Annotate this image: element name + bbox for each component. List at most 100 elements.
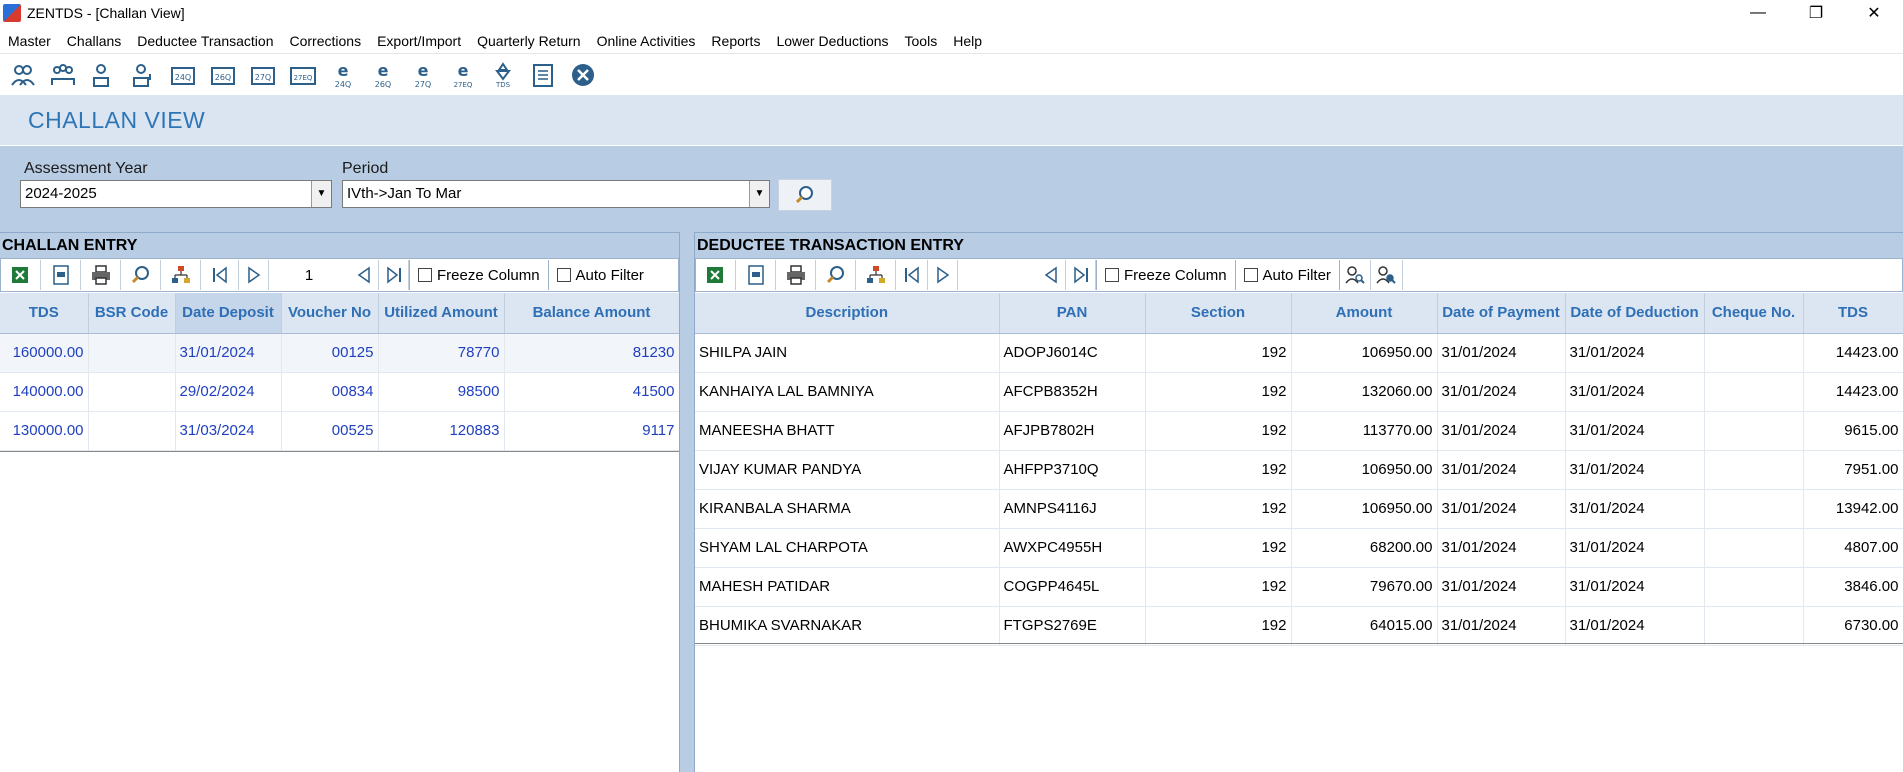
tds-icon[interactable]: TDS — [486, 60, 520, 90]
group-button[interactable] — [856, 260, 896, 290]
cell-tds[interactable]: 14423.00 — [1803, 372, 1903, 412]
cell-tds[interactable]: 9615.00 — [1803, 411, 1903, 451]
menu-master[interactable]: Master — [0, 28, 59, 54]
cell-tds[interactable]: 4807.00 — [1803, 528, 1903, 568]
form-24q-icon[interactable]: 24Q — [166, 60, 200, 90]
e-27q-icon[interactable]: e 27Q — [406, 60, 440, 90]
cell-description[interactable]: KANHAIYA LAL BAMNIYA — [695, 372, 1000, 412]
e-24q-icon[interactable]: e 24Q — [326, 60, 360, 90]
cell-amount[interactable]: 132060.00 — [1291, 372, 1438, 412]
cell-section[interactable]: 192 — [1145, 411, 1292, 451]
cell-date-of-deduction[interactable]: 31/01/2024 — [1565, 411, 1705, 451]
column-header-cheque-no[interactable]: Cheque No. — [1704, 293, 1804, 334]
cell-amount[interactable]: 106950.00 — [1291, 450, 1438, 490]
cell-date-of-deduction[interactable]: 31/01/2024 — [1565, 489, 1705, 529]
cell-cheque-no[interactable] — [1704, 567, 1804, 607]
find-deductee-button[interactable] — [1338, 260, 1371, 290]
table-row[interactable]: BHUMIKA SVARNAKAR FTGPS2769E 192 64015.0… — [695, 606, 1903, 646]
cell-date-of-payment[interactable]: 31/01/2024 — [1437, 372, 1566, 412]
export-html-button[interactable] — [736, 260, 776, 290]
e-26q-icon[interactable]: e 26Q — [366, 60, 400, 90]
filter-deductee-button[interactable] — [1371, 260, 1403, 290]
auto-filter-toggle[interactable]: Auto Filter — [547, 260, 652, 290]
column-header-section[interactable]: Section — [1145, 293, 1292, 334]
cell-tds[interactable]: 140000.00 — [0, 372, 89, 412]
cell-date-of-payment[interactable]: 31/01/2024 — [1437, 411, 1566, 451]
column-header-date-of-payment[interactable]: Date of Payment — [1437, 293, 1566, 334]
cell-utilized-amount[interactable]: 78770 — [378, 333, 505, 373]
cell-date-of-payment[interactable]: 31/01/2024 — [1437, 528, 1566, 568]
table-row[interactable]: 160000.00 31/01/2024 00125 78770 81230 — [0, 333, 680, 373]
cell-pan[interactable]: AFJPB7802H — [999, 411, 1146, 451]
cell-date-deposit[interactable]: 31/03/2024 — [175, 411, 282, 451]
cell-description[interactable]: KIRANBALA SHARMA — [695, 489, 1000, 529]
assessment-year-select[interactable]: 2024-2025 ▼ — [20, 180, 332, 208]
column-header-balance-amount[interactable]: Balance Amount — [504, 293, 680, 334]
print-button[interactable] — [81, 260, 121, 290]
find-button[interactable] — [121, 260, 161, 290]
freeze-column-checkbox[interactable] — [418, 268, 432, 282]
minimize-button[interactable]: — — [1729, 0, 1787, 26]
auto-filter-toggle[interactable]: Auto Filter — [1234, 260, 1339, 290]
cell-date-of-deduction[interactable]: 31/01/2024 — [1565, 567, 1705, 607]
cell-date-of-payment[interactable]: 31/01/2024 — [1437, 489, 1566, 529]
deductor-icon[interactable] — [6, 60, 40, 90]
cell-cheque-no[interactable] — [1704, 411, 1804, 451]
cell-description[interactable]: SHILPA JAIN — [695, 333, 1000, 373]
first-page-button[interactable] — [896, 260, 928, 290]
menu-deductee-transaction[interactable]: Deductee Transaction — [129, 28, 281, 54]
employees-icon[interactable] — [46, 60, 80, 90]
cell-tds[interactable]: 3846.00 — [1803, 567, 1903, 607]
cell-tds[interactable]: 130000.00 — [0, 411, 89, 451]
table-row[interactable]: MANEESHA BHATT AFJPB7802H 192 113770.00 … — [695, 411, 1903, 451]
cell-pan[interactable]: AFCPB8352H — [999, 372, 1146, 412]
deductee-icon[interactable] — [86, 60, 120, 90]
cell-cheque-no[interactable] — [1704, 489, 1804, 529]
chevron-down-icon[interactable]: ▼ — [749, 181, 769, 207]
table-row[interactable]: 140000.00 29/02/2024 00834 98500 41500 — [0, 372, 680, 412]
cell-tds[interactable]: 6730.00 — [1803, 606, 1903, 646]
cell-pan[interactable]: AHFPP3710Q — [999, 450, 1146, 490]
first-page-button[interactable] — [201, 260, 239, 290]
table-row[interactable]: KIRANBALA SHARMA AMNPS4116J 192 106950.0… — [695, 489, 1903, 529]
menu-lower-deductions[interactable]: Lower Deductions — [768, 28, 896, 54]
close-button[interactable]: ✕ — [1845, 0, 1903, 26]
freeze-column-toggle[interactable]: Freeze Column — [409, 260, 548, 290]
deductee-alt-icon[interactable] — [126, 60, 160, 90]
cell-utilized-amount[interactable]: 98500 — [378, 372, 505, 412]
menu-corrections[interactable]: Corrections — [281, 28, 369, 54]
cell-description[interactable]: VIJAY KUMAR PANDYA — [695, 450, 1000, 490]
cell-date-of-payment[interactable]: 31/01/2024 — [1437, 567, 1566, 607]
table-row[interactable]: VIJAY KUMAR PANDYA AHFPP3710Q 192 106950… — [695, 450, 1903, 490]
export-excel-button[interactable] — [696, 260, 736, 290]
e-27eq-icon[interactable]: e 27EQ — [446, 60, 480, 90]
column-header-description[interactable]: Description — [695, 293, 1000, 334]
cell-balance-amount[interactable]: 81230 — [504, 333, 680, 373]
cell-date-of-deduction[interactable]: 31/01/2024 — [1565, 528, 1705, 568]
cell-section[interactable]: 192 — [1145, 489, 1292, 529]
cell-amount[interactable]: 68200.00 — [1291, 528, 1438, 568]
cell-amount[interactable]: 64015.00 — [1291, 606, 1438, 646]
last-page-button[interactable] — [379, 260, 409, 290]
form-27eq-icon[interactable]: 27EQ — [286, 60, 320, 90]
freeze-column-checkbox[interactable] — [1105, 268, 1119, 282]
menu-tools[interactable]: Tools — [897, 28, 946, 54]
cell-date-of-deduction[interactable]: 31/01/2024 — [1565, 450, 1705, 490]
cell-utilized-amount[interactable]: 120883 — [378, 411, 505, 451]
column-header-bsr-code[interactable]: BSR Code — [88, 293, 176, 334]
cell-cheque-no[interactable] — [1704, 606, 1804, 646]
cell-cheque-no[interactable] — [1704, 450, 1804, 490]
menu-quarterly-return[interactable]: Quarterly Return — [469, 28, 588, 54]
cell-section[interactable]: 192 — [1145, 333, 1292, 373]
cell-bsr-code[interactable] — [88, 372, 176, 412]
cell-cheque-no[interactable] — [1704, 372, 1804, 412]
table-row[interactable]: KANHAIYA LAL BAMNIYA AFCPB8352H 192 1320… — [695, 372, 1903, 412]
export-excel-button[interactable] — [1, 260, 41, 290]
group-button[interactable] — [161, 260, 201, 290]
column-header-voucher-no[interactable]: Voucher No — [281, 293, 379, 334]
column-header-date-deposit[interactable]: Date Deposit — [175, 293, 282, 334]
find-button[interactable] — [816, 260, 856, 290]
cell-date-of-payment[interactable]: 31/01/2024 — [1437, 333, 1566, 373]
cell-date-of-deduction[interactable]: 31/01/2024 — [1565, 333, 1705, 373]
cell-section[interactable]: 192 — [1145, 606, 1292, 646]
